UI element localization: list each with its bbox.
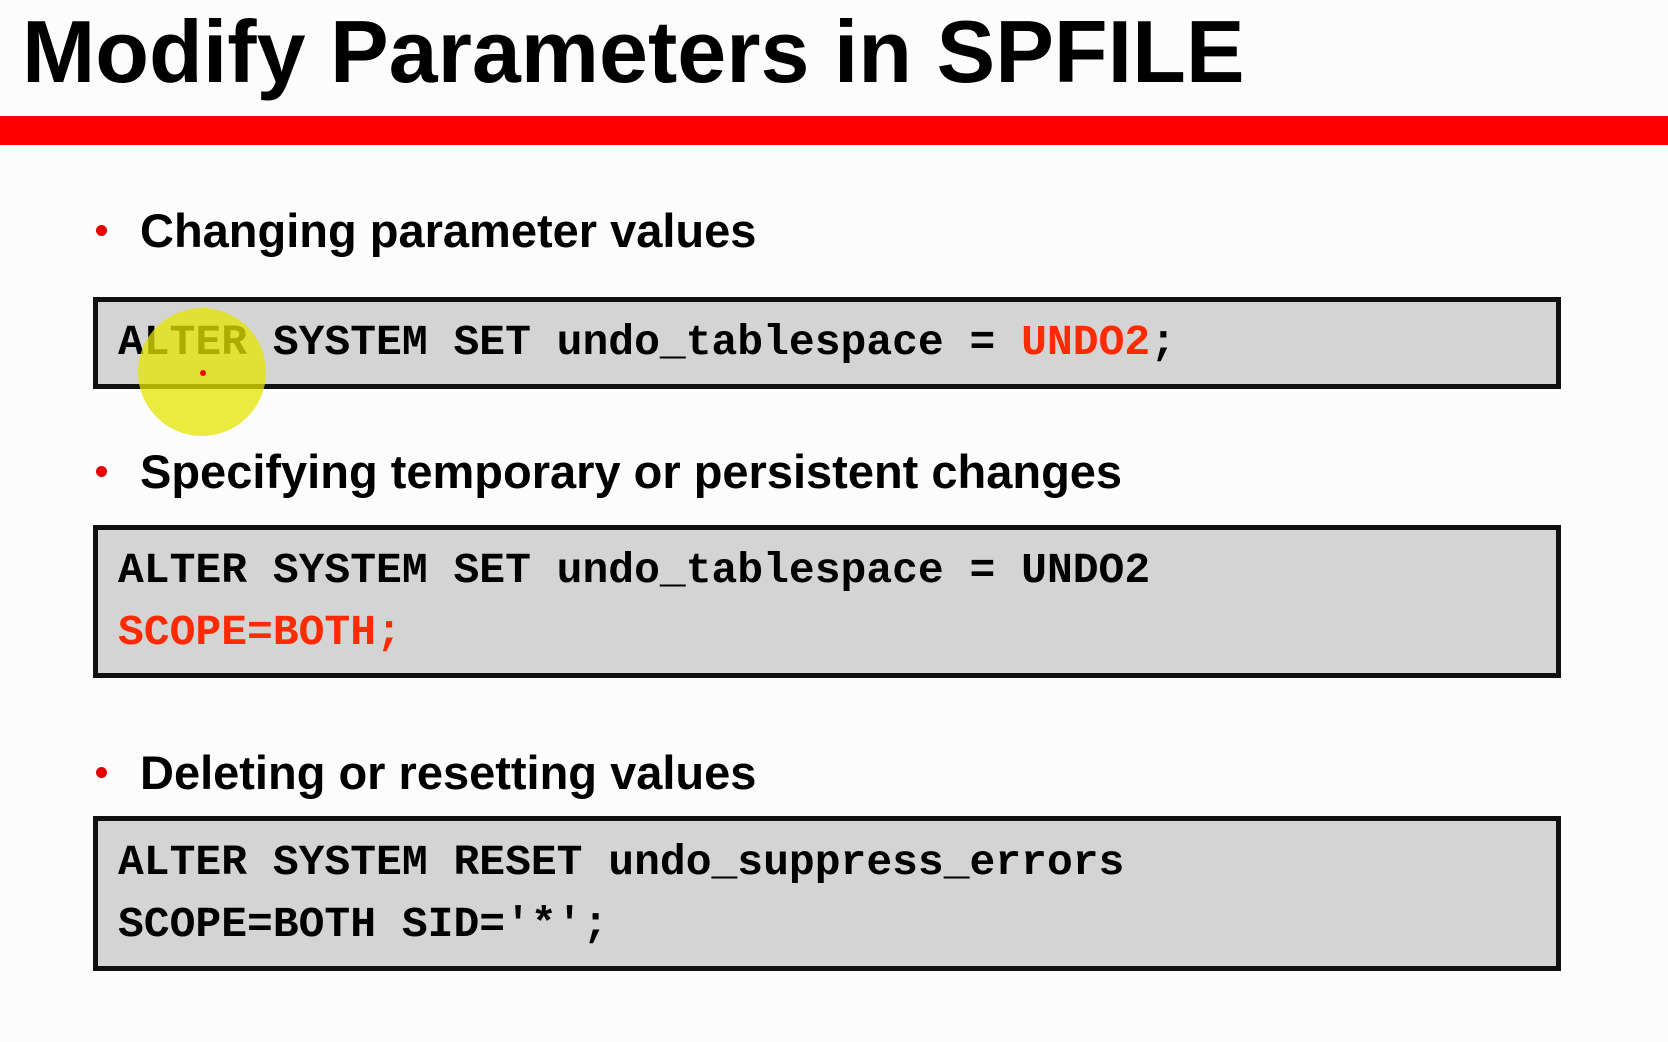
bullet-text: Deleting or resetting values bbox=[140, 745, 757, 799]
slide: Modify Parameters in SPFILE Changing par… bbox=[0, 0, 1668, 1042]
bullet-item-changing-values: Changing parameter values bbox=[96, 200, 756, 260]
bullet-dot-icon bbox=[96, 224, 107, 236]
code-line: ALTER SYSTEM SET undo_tablespace = UNDO2… bbox=[118, 312, 1536, 374]
code-line: ALTER SYSTEM RESET undo_suppress_errors bbox=[118, 832, 1536, 894]
code-text: SCOPE=BOTH SID='*'; bbox=[118, 900, 609, 949]
bullet-dot-icon bbox=[96, 766, 107, 778]
code-block-scope-both: ALTER SYSTEM SET undo_tablespace = UNDO2… bbox=[93, 525, 1561, 678]
code-line: SCOPE=BOTH; bbox=[118, 602, 1536, 664]
code-highlight-text: SCOPE=BOTH; bbox=[118, 608, 402, 657]
code-block-reset: ALTER SYSTEM RESET undo_suppress_errors … bbox=[93, 816, 1561, 971]
bullet-text: Changing parameter values bbox=[140, 203, 757, 257]
code-block-changing-values: ALTER SYSTEM SET undo_tablespace = UNDO2… bbox=[93, 297, 1561, 389]
code-line: SCOPE=BOTH SID='*'; bbox=[118, 894, 1536, 956]
code-text: ALTER SYSTEM RESET undo_suppress_errors bbox=[118, 838, 1125, 887]
bullet-item-temporary-persistent: Specifying temporary or persistent chang… bbox=[96, 441, 1122, 501]
code-text: ALTER SYSTEM SET undo_tablespace = UNDO2 bbox=[118, 546, 1151, 595]
bullet-dot-icon bbox=[96, 465, 107, 477]
slide-title: Modify Parameters in SPFILE bbox=[22, 2, 1245, 101]
code-highlight-text: UNDO2 bbox=[1021, 318, 1151, 367]
title-underline-bar bbox=[0, 116, 1668, 145]
bullet-item-deleting-resetting: Deleting or resetting values bbox=[96, 742, 756, 802]
code-line: ALTER SYSTEM SET undo_tablespace = UNDO2 bbox=[118, 540, 1536, 602]
bullet-text: Specifying temporary or persistent chang… bbox=[140, 444, 1123, 498]
code-tail-text: ; bbox=[1150, 318, 1176, 367]
cursor-pointer-dot-icon bbox=[200, 370, 206, 376]
code-text: ALTER SYSTEM SET undo_tablespace = bbox=[118, 318, 1022, 367]
